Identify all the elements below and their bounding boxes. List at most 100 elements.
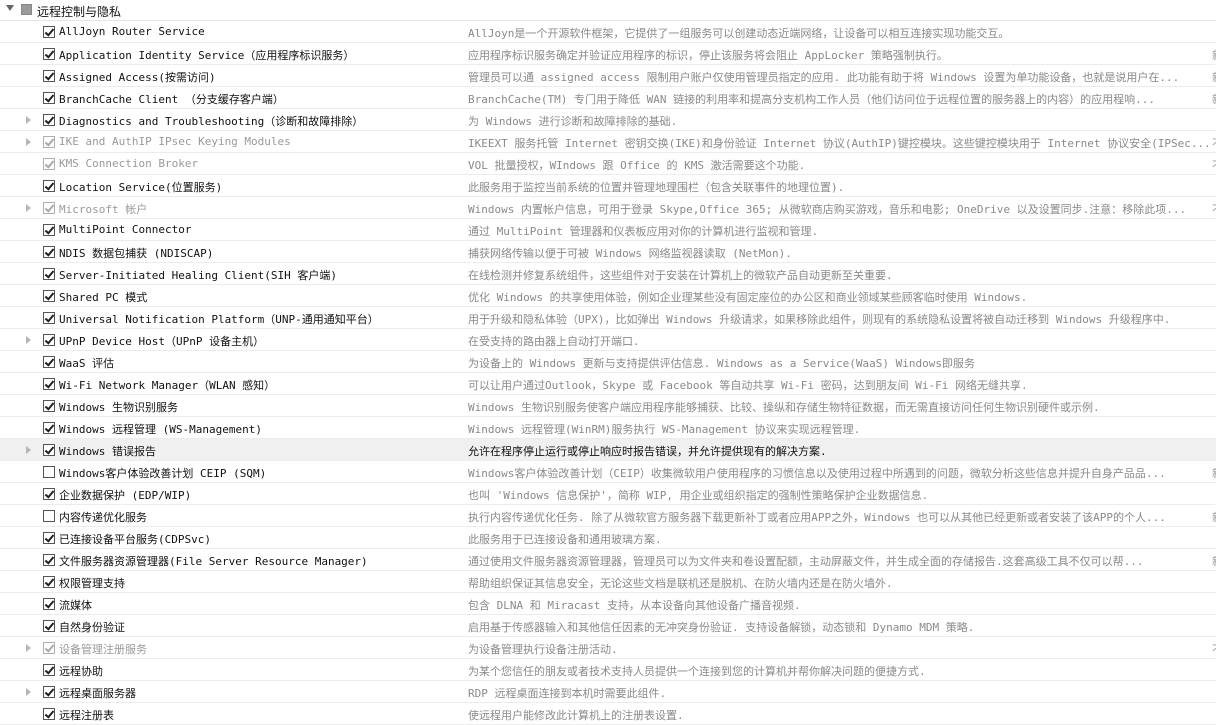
component-row[interactable]: Wi-Fi Network Manager（WLAN 感知） 可以让用户通过Out… [0, 373, 1216, 395]
component-description: Windows客户体验改善计划（CEIP）收集微软用户使用程序的习惯信息以及使用… [468, 467, 1166, 480]
component-description: 可以让用户通过Outlook，Skype 或 Facebook 等自动共享 Wi… [468, 379, 1028, 392]
component-checkbox[interactable] [43, 48, 55, 60]
component-checkbox[interactable] [43, 334, 55, 346]
component-name: WaaS 评估 [59, 357, 115, 370]
component-checkbox[interactable] [43, 510, 55, 522]
component-row[interactable]: Assigned Access(按需访问) 管理员可以通 assigned acc… [0, 65, 1216, 87]
component-checkbox[interactable] [43, 686, 55, 698]
component-checkbox[interactable] [43, 532, 55, 544]
component-row[interactable]: Application Identity Service（应用程序标识服务） 应用… [0, 43, 1216, 65]
component-row[interactable]: 企业数据保护 (EDP/WIP) 也叫 'Windows 信息保护'，简称 WIP… [0, 483, 1216, 505]
expand-arrow-icon[interactable] [26, 688, 31, 696]
component-name: Windows 生物识别服务 [59, 401, 178, 414]
component-row[interactable]: NDIS 数据包捕获 (NDISCAP) 捕获网络传输以便于可被 Windows … [0, 241, 1216, 263]
expand-arrow-icon[interactable] [26, 644, 31, 652]
component-row[interactable]: Windows 生物识别服务 Windows 生物识别服务使客户端应用程序能够捕获… [0, 395, 1216, 417]
collapse-arrow-icon[interactable] [6, 5, 14, 11]
component-description: Windows 内置帐户信息，可用于登录 Skype,Office 365; 从… [468, 203, 1187, 216]
component-row[interactable]: Diagnostics and Troubleshooting（诊断和故障排除）… [0, 109, 1216, 131]
component-description: 允许在程序停止运行或停止响应时报告错误，并允许提供现有的解决方案. [468, 445, 827, 458]
component-checkbox[interactable] [43, 554, 55, 566]
component-checkbox[interactable] [43, 70, 55, 82]
component-row[interactable]: 文件服务器资源管理器(File Server Resource Manager)… [0, 549, 1216, 571]
expand-arrow-icon[interactable] [26, 446, 31, 454]
component-checkbox[interactable] [43, 576, 55, 588]
component-description: 通过 MultiPoint 管理器和仪表板应用对你的计算机进行监视和管理. [468, 225, 819, 238]
component-row[interactable]: WaaS 评估 为设备上的 Windows 更新与支持提供评估信息. Window… [0, 351, 1216, 373]
component-row[interactable]: Shared PC 模式 优化 Windows 的共享使用体验，例如企业理某些没有… [0, 285, 1216, 307]
expand-arrow-icon[interactable] [26, 138, 31, 146]
component-row[interactable]: IKE and AuthIP IPsec Keying Modules IKEEX… [0, 131, 1216, 153]
component-row[interactable]: 自然身份验证 启用基于传感器输入和其他信任因素的无冲突身份验证. 支持设备解锁，动… [0, 615, 1216, 637]
component-row[interactable]: 远程协助 为某个您信任的朋友或者技术支持人员提供一个连接到您的计算机并帮你解决问题… [0, 659, 1216, 681]
component-checkbox[interactable] [43, 224, 55, 236]
component-row[interactable]: Location Service(位置服务) 此服务用于监控当前系统的位置并管理地… [0, 175, 1216, 197]
component-description: 在受支持的路由器上自动打开端口. [468, 335, 640, 348]
component-checkbox[interactable] [43, 312, 55, 324]
component-row[interactable]: 流媒体 包含 DLNA 和 Miracast 支持，从本设备向其他设备广播音视频. [0, 593, 1216, 615]
component-checkbox[interactable] [43, 400, 55, 412]
component-checkbox[interactable] [43, 356, 55, 368]
component-description: BranchCache(TM) 专门用于降低 WAN 链接的利用率和提高分支机构… [468, 93, 1155, 106]
component-checkbox[interactable] [43, 620, 55, 632]
component-row[interactable]: UPnP Device Host（UPnP 设备主机） 在受支持的路由器上自动打开… [0, 329, 1216, 351]
status-column-cutoff: 不 [1212, 201, 1216, 217]
component-checkbox[interactable] [43, 444, 55, 456]
component-checkbox[interactable] [43, 26, 55, 38]
component-row[interactable]: Windows 远程管理 (WS-Management) Windows 远程管理… [0, 417, 1216, 439]
expand-arrow-icon[interactable] [26, 116, 31, 124]
expand-arrow-icon[interactable] [26, 336, 31, 344]
component-description: 执行内容传递优化任务. 除了从微软官方服务器下载更新补丁或者应用APP之外，Wi… [468, 511, 1166, 524]
component-checkbox[interactable] [43, 158, 55, 170]
group-title: 远程控制与隐私 [37, 5, 122, 19]
component-description: Windows 远程管理(WinRM)服务执行 WS-Management 协议… [468, 423, 861, 436]
component-name: Application Identity Service（应用程序标识服务） [59, 49, 355, 62]
component-row[interactable]: Server-Initiated Healing Client(SIH 客户端)… [0, 263, 1216, 285]
component-checkbox[interactable] [43, 466, 55, 478]
component-description: RDP 远程桌面连接到本机时需要此组件. [468, 687, 667, 700]
component-row[interactable]: AllJoyn Router Service AllJoyn是一个开源软件框架，它… [0, 21, 1216, 43]
component-row[interactable]: 远程桌面服务器 RDP 远程桌面连接到本机时需要此组件. [0, 681, 1216, 703]
group-header-remote-privacy[interactable]: 远程控制与隐私 [0, 0, 1216, 21]
component-description: Windows 生物识别服务使客户端应用程序能够捕获、比较、操纵和存储生物特征数… [468, 401, 1100, 414]
component-checkbox[interactable] [43, 268, 55, 280]
component-row[interactable]: MultiPoint Connector 通过 MultiPoint 管理器和仪表… [0, 219, 1216, 241]
component-name: Shared PC 模式 [59, 291, 148, 304]
component-checkbox[interactable] [43, 246, 55, 258]
component-description: 捕获网络传输以便于可被 Windows 网络监视器读取 (NetMon). [468, 247, 792, 260]
component-row[interactable]: Universal Notification Platform（UNP-通用通知… [0, 307, 1216, 329]
component-row[interactable]: 设备管理注册服务 为设备管理执行设备注册活动. 不 [0, 637, 1216, 659]
component-row[interactable]: Windows客户体验改善计划 CEIP (SQM) Windows客户体验改善计… [0, 461, 1216, 483]
component-checkbox[interactable] [43, 598, 55, 610]
component-checkbox[interactable] [43, 114, 55, 126]
component-description: 为某个您信任的朋友或者技术支持人员提供一个连接到您的计算机并帮你解决问题的便捷方… [468, 665, 926, 678]
component-name: Windows 远程管理 (WS-Management) [59, 423, 262, 436]
component-name: Wi-Fi Network Manager（WLAN 感知） [59, 379, 276, 392]
component-checkbox[interactable] [43, 136, 55, 148]
component-row[interactable]: 远程注册表 使远程用户能修改此计算机上的注册表设置. [0, 703, 1216, 725]
component-checkbox[interactable] [43, 290, 55, 302]
component-checkbox[interactable] [43, 488, 55, 500]
component-checkbox[interactable] [43, 202, 55, 214]
component-name: AllJoyn Router Service [59, 25, 205, 38]
component-row[interactable]: BranchCache Client （分支缓存客户端） BranchCache(… [0, 87, 1216, 109]
component-name: Microsoft 帐户 [59, 203, 148, 216]
component-checkbox[interactable] [43, 422, 55, 434]
component-row[interactable]: 权限管理支持 帮助组织保证其信息安全，无论这些文档是联机还是脱机、在防火墙内还是在… [0, 571, 1216, 593]
component-checkbox[interactable] [43, 708, 55, 720]
component-row[interactable]: Microsoft 帐户 Windows 内置帐户信息，可用于登录 Skype,O… [0, 197, 1216, 219]
component-checkbox[interactable] [43, 180, 55, 192]
group-tristate-checkbox[interactable] [21, 4, 32, 15]
component-description: 也叫 'Windows 信息保护'，简称 WIP, 用企业或组织指定的强制性策略… [468, 489, 929, 502]
expand-arrow-icon[interactable] [26, 204, 31, 212]
component-checkbox[interactable] [43, 92, 55, 104]
component-row[interactable]: KMS Connection Broker VOL 批量授权，WIndows 跟 … [0, 153, 1216, 175]
component-row[interactable]: 内容传递优化服务 执行内容传递优化任务. 除了从微软官方服务器下载更新补丁或者应用… [0, 505, 1216, 527]
component-row[interactable]: 已连接设备平台服务(CDPSvc) 此服务用于已连接设备和通用玻璃方案. [0, 527, 1216, 549]
component-checkbox[interactable] [43, 642, 55, 654]
component-row[interactable]: Windows 错误报告 允许在程序停止运行或停止响应时报告错误，并允许提供现有的… [0, 439, 1216, 461]
component-checkbox[interactable] [43, 378, 55, 390]
component-description: 优化 Windows 的共享使用体验，例如企业理某些没有固定座位的办公区和商业领… [468, 291, 1028, 304]
component-checkbox[interactable] [43, 664, 55, 676]
component-name: MultiPoint Connector [59, 223, 192, 236]
